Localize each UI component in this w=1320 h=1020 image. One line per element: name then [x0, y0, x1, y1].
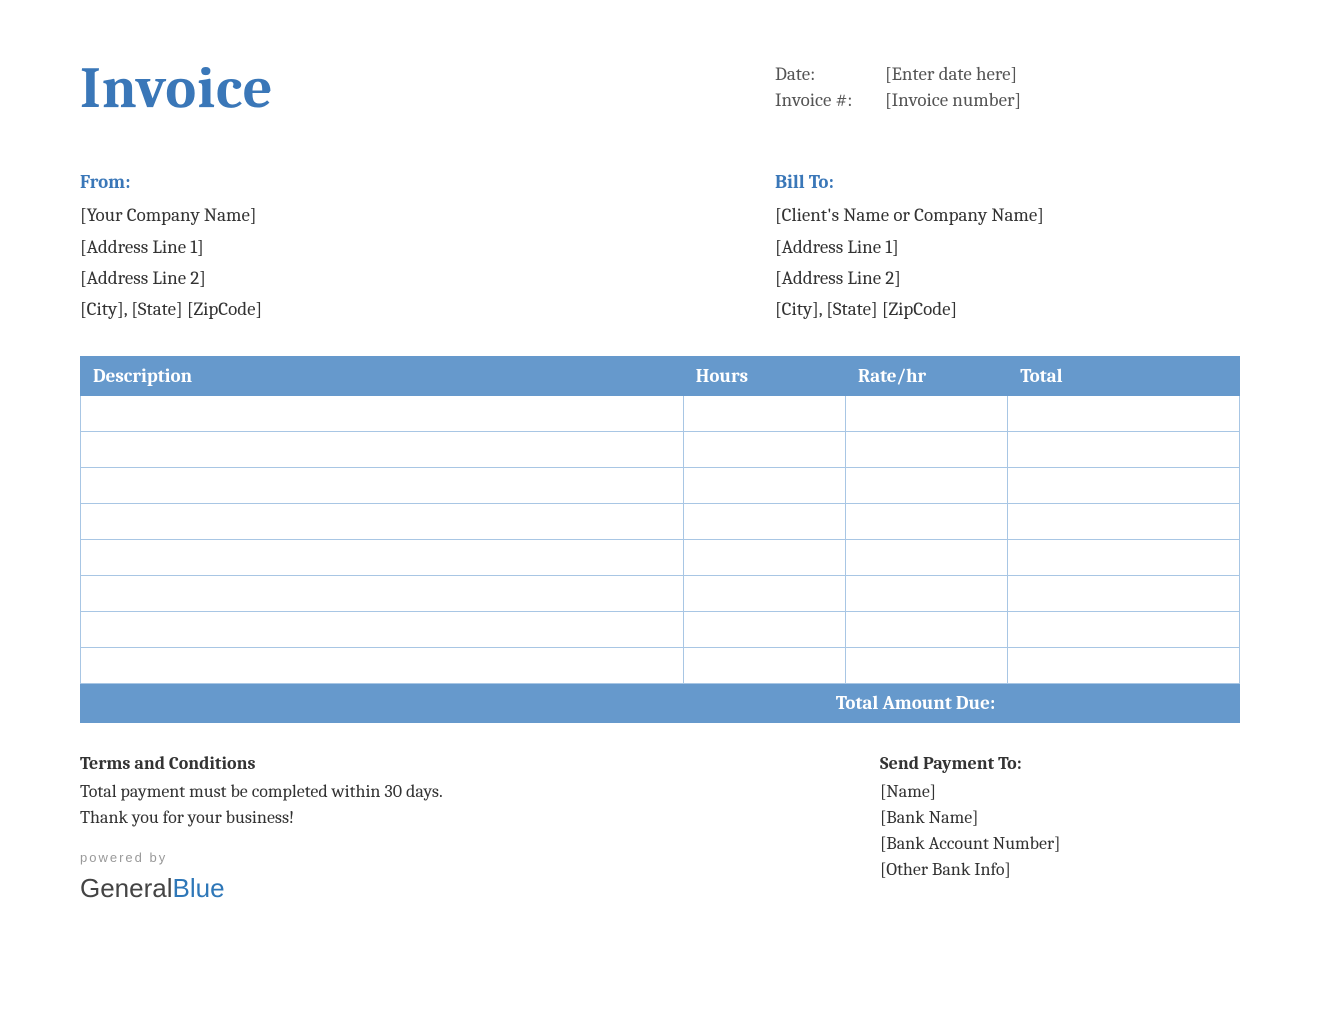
cell-rate[interactable] [845, 467, 1007, 503]
header-rate: Rate/hr [845, 356, 1007, 395]
payment-line[interactable]: [Other Bank Info] [880, 857, 1240, 883]
cell-total[interactable] [1008, 431, 1240, 467]
line-items-table: Description Hours Rate/hr Total Total Am… [80, 356, 1240, 723]
date-field[interactable]: [Enter date here] [885, 63, 1017, 85]
header-total: Total [1008, 356, 1240, 395]
cell-description[interactable] [81, 431, 684, 467]
cell-total[interactable] [1008, 611, 1240, 647]
terms-line: Thank you for your business! [80, 805, 443, 831]
bill-to-block: Bill To: [Client's Name or Company Name]… [775, 167, 1240, 326]
table-row [81, 611, 1240, 647]
logo-blue: Blue [173, 873, 225, 903]
cell-description[interactable] [81, 611, 684, 647]
cell-hours[interactable] [683, 575, 845, 611]
from-line[interactable]: [Address Line 2] [80, 263, 262, 294]
cell-total[interactable] [1008, 575, 1240, 611]
table-row [81, 503, 1240, 539]
total-amount-label: Total Amount Due: [81, 683, 1008, 722]
from-line[interactable]: [Your Company Name] [80, 200, 262, 231]
total-amount-value[interactable] [1008, 683, 1240, 722]
cell-rate[interactable] [845, 431, 1007, 467]
cell-rate[interactable] [845, 647, 1007, 683]
powered-by-block: powered by GeneralBlue [80, 849, 443, 908]
generalblue-logo: GeneralBlue [80, 870, 443, 908]
payment-line[interactable]: [Bank Account Number] [880, 831, 1240, 857]
payment-heading: Send Payment To: [880, 751, 1240, 777]
date-label: Date: [775, 63, 885, 85]
bill-to-heading: Bill To: [775, 167, 1240, 198]
cell-hours[interactable] [683, 395, 845, 431]
terms-block: Terms and Conditions Total payment must … [80, 751, 443, 908]
table-row [81, 575, 1240, 611]
cell-rate[interactable] [845, 503, 1007, 539]
payment-line[interactable]: [Bank Name] [880, 805, 1240, 831]
cell-hours[interactable] [683, 467, 845, 503]
cell-rate[interactable] [845, 611, 1007, 647]
header-description: Description [81, 356, 684, 395]
invoice-title: Invoice [80, 55, 274, 122]
table-row [81, 431, 1240, 467]
cell-total[interactable] [1008, 503, 1240, 539]
table-row [81, 539, 1240, 575]
cell-description[interactable] [81, 395, 684, 431]
invoice-number-label: Invoice #: [775, 89, 885, 111]
logo-general: General [80, 873, 173, 903]
invoice-meta: Date: [Enter date here] Invoice #: [Invo… [775, 63, 1240, 115]
cell-rate[interactable] [845, 395, 1007, 431]
invoice-number-field[interactable]: [Invoice number] [885, 89, 1021, 111]
from-line[interactable]: [City], [State] [ZipCode] [80, 294, 262, 325]
bill-to-line[interactable]: [Address Line 1] [775, 232, 1240, 263]
cell-total[interactable] [1008, 395, 1240, 431]
payment-line[interactable]: [Name] [880, 779, 1240, 805]
from-block: From: [Your Company Name] [Address Line … [80, 167, 262, 326]
cell-rate[interactable] [845, 539, 1007, 575]
table-row [81, 647, 1240, 683]
cell-hours[interactable] [683, 647, 845, 683]
bill-to-line[interactable]: [Address Line 2] [775, 263, 1240, 294]
cell-total[interactable] [1008, 647, 1240, 683]
bill-to-line[interactable]: [Client's Name or Company Name] [775, 200, 1240, 231]
terms-heading: Terms and Conditions [80, 751, 443, 777]
table-row [81, 467, 1240, 503]
cell-total[interactable] [1008, 539, 1240, 575]
cell-total[interactable] [1008, 467, 1240, 503]
cell-rate[interactable] [845, 575, 1007, 611]
from-line[interactable]: [Address Line 1] [80, 232, 262, 263]
cell-hours[interactable] [683, 431, 845, 467]
from-heading: From: [80, 167, 262, 198]
header-hours: Hours [683, 356, 845, 395]
cell-description[interactable] [81, 467, 684, 503]
bill-to-line[interactable]: [City], [State] [ZipCode] [775, 294, 1240, 325]
payment-block: Send Payment To: [Name] [Bank Name] [Ban… [880, 751, 1240, 908]
terms-line: Total payment must be completed within 3… [80, 779, 443, 805]
powered-by-label: powered by [80, 849, 443, 868]
cell-description[interactable] [81, 539, 684, 575]
cell-hours[interactable] [683, 611, 845, 647]
cell-description[interactable] [81, 503, 684, 539]
cell-description[interactable] [81, 575, 684, 611]
table-row [81, 395, 1240, 431]
cell-description[interactable] [81, 647, 684, 683]
cell-hours[interactable] [683, 539, 845, 575]
cell-hours[interactable] [683, 503, 845, 539]
